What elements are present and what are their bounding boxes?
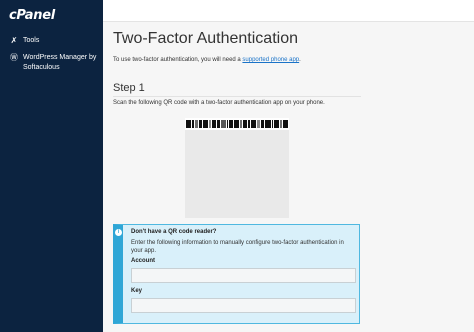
divider — [113, 96, 361, 97]
sidebar-item-label: WordPress Manager by Softaculous — [23, 54, 97, 71]
intro-suffix: . — [299, 57, 301, 63]
main-content: Two-Factor Authentication To use two-fac… — [103, 22, 474, 332]
step-heading: Step 1 — [113, 82, 145, 94]
info-description: Enter the following information to manua… — [131, 240, 344, 254]
account-label: Account — [131, 258, 155, 264]
page-title: Two-Factor Authentication — [113, 30, 298, 47]
wrench-icon: ✗ — [10, 36, 18, 45]
intro-prefix: To use two-factor authentication, you wi… — [113, 57, 243, 63]
key-field[interactable] — [131, 298, 356, 313]
manual-setup-info-box: i Don't have a QR code reader? Enter the… — [113, 224, 360, 324]
qr-code-image — [185, 118, 289, 218]
intro-text: To use two-factor authentication, you wi… — [113, 57, 301, 63]
qr-code-top-row — [185, 118, 289, 130]
sidebar-item-wordpress-manager[interactable]: Ⓦ WordPress Manager by Softaculous — [9, 53, 101, 73]
sidebar-item-label: Tools — [23, 37, 40, 44]
sidebar: cPanel ✗ Tools Ⓦ WordPress Manager by So… — [0, 0, 103, 332]
account-field[interactable] — [131, 268, 356, 283]
info-icon: i — [115, 229, 122, 236]
info-heading: Don't have a QR code reader? — [131, 229, 217, 235]
key-label: Key — [131, 288, 143, 294]
cpanel-logo[interactable]: cPanel — [9, 8, 55, 23]
top-header-bar — [103, 0, 474, 22]
scan-instructions: Scan the following QR code with a two-fa… — [113, 100, 325, 106]
wordpress-icon: Ⓦ — [10, 53, 18, 62]
sidebar-item-tools[interactable]: ✗ Tools — [9, 36, 40, 46]
supported-phone-app-link[interactable]: supported phone app — [242, 57, 299, 63]
